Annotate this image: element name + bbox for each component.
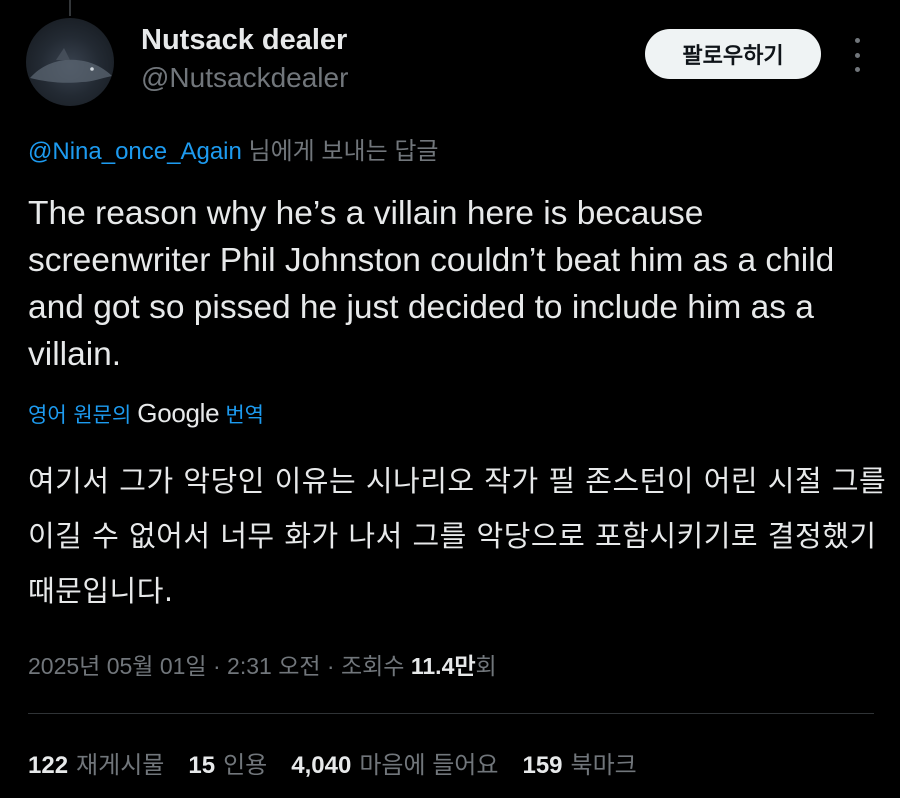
tweet-time[interactable]: 2:31 오전	[227, 653, 320, 679]
stat-count: 4,040	[291, 752, 352, 779]
translation-attribution: 영어 원문의 Google 번역	[28, 398, 264, 429]
stat-count: 15	[188, 752, 216, 779]
views-suffix: 회	[475, 653, 497, 679]
shark-avatar-icon	[30, 48, 112, 83]
more-dot	[854, 38, 860, 43]
reply-context-suffix: 님에게 보내는 답글	[241, 138, 439, 165]
stat-label: 북마크	[570, 752, 637, 779]
translate-link[interactable]: 번역	[225, 399, 264, 429]
reply-context: @Nina_once_Again 님에게 보내는 답글	[28, 131, 439, 166]
stat-count: 122	[28, 752, 69, 779]
engagement-stats: 122 재게시물 15 인용 4,040 마음에 들어요 159 북마크	[28, 745, 661, 780]
stat-bookmarks[interactable]: 159 북마크	[522, 745, 636, 780]
more-dot	[854, 52, 860, 58]
reply-mention-link[interactable]: @Nina_once_Again	[28, 138, 242, 165]
tweet-meta: 2025년 05월 01일 · 2:31 오전 · 조회수 11.4만회	[28, 647, 497, 681]
tweet-text: The reason why he’s a villain here is be…	[28, 195, 835, 373]
stat-label: 인용	[223, 752, 268, 779]
author-handle[interactable]: @Nutsackdealer	[141, 62, 348, 94]
stat-reposts[interactable]: 122 재게시물	[28, 745, 164, 780]
stat-quotes[interactable]: 15 인용	[188, 745, 267, 780]
stat-label: 마음에 들어요	[359, 752, 499, 779]
author-name[interactable]: Nutsack dealer	[141, 24, 347, 57]
avatar[interactable]	[26, 18, 114, 106]
translated-text: 여기서 그가 악당인 이유는 시나리오 작가 필 존스턴이 어린 시절 그를 이…	[28, 464, 887, 608]
stat-likes[interactable]: 4,040 마음에 들어요	[291, 745, 498, 780]
tweet-date[interactable]: 2025년 05월 01일	[28, 653, 207, 679]
views-label: 조회수	[340, 653, 411, 679]
translation-prefix: 영어 원문의	[28, 402, 132, 427]
stat-count: 159	[522, 752, 563, 779]
meta-separator: ·	[206, 653, 228, 679]
meta-separator: ·	[320, 653, 341, 679]
more-dot	[854, 67, 860, 72]
tweet-detail: Nutsack dealer @Nutsackdealer 팔로우하기 @Nin…	[0, 0, 900, 798]
stat-label: 재게시물	[76, 752, 165, 779]
more-vertical-icon[interactable]	[843, 38, 871, 72]
google-logo-text: Google	[137, 398, 220, 428]
views-count: 11.4만	[410, 653, 476, 679]
thread-line	[69, 0, 71, 16]
divider	[28, 713, 874, 714]
follow-button[interactable]: 팔로우하기	[645, 29, 821, 79]
